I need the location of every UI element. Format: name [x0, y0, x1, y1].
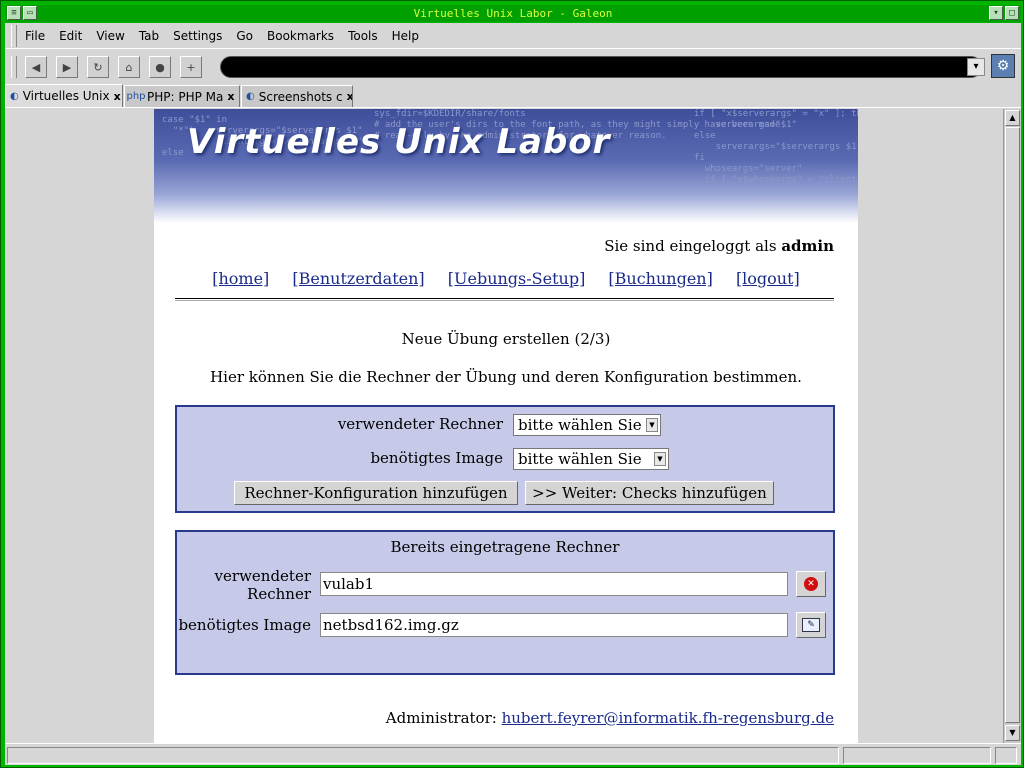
page-intro: Hier können Sie die Rechner der Übung un… — [210, 368, 802, 386]
status-text — [7, 747, 839, 764]
divider — [175, 298, 834, 301]
menubar-grip[interactable] — [11, 24, 17, 47]
nav-home-link[interactable]: [home] — [212, 269, 269, 288]
edit-icon: ✎ — [802, 618, 820, 632]
add-rechner-config-button[interactable]: Rechner-Konfiguration hinzufügen — [234, 481, 518, 505]
tab-label: PHP: PHP Ma — [147, 89, 224, 104]
toolbar-grip[interactable] — [11, 56, 17, 78]
page-heading: Neue Übung erstellen (2/3) — [401, 330, 611, 348]
image-select[interactable]: bitte wählen Sie ▼ — [513, 448, 669, 470]
footer-label: Administrator: — [385, 709, 497, 727]
nav-benutzerdaten-link[interactable]: [Benutzerdaten] — [292, 269, 424, 288]
chevron-down-icon: ▼ — [654, 452, 666, 466]
scroll-up-icon[interactable]: ▲ — [1005, 110, 1020, 126]
existing-image-label: benötigtes Image — [178, 616, 311, 634]
forward-arrow-icon: ▶ — [62, 60, 72, 74]
tab-screenshots[interactable]: ◐ Screenshots c x — [241, 85, 353, 107]
next-checks-button[interactable]: >> Weiter: Checks hinzufügen — [525, 481, 774, 505]
tab-close-icon[interactable]: x — [114, 90, 121, 103]
reload-icon: ↻ — [93, 60, 103, 74]
chevron-down-icon: ▼ — [646, 418, 658, 432]
menu-help[interactable]: Help — [392, 29, 419, 43]
stop-button[interactable]: ● — [149, 56, 171, 78]
home-icon: ⌂ — [125, 60, 133, 74]
status-progress — [843, 747, 991, 764]
add-rechner-form: verwendeter Rechner bitte wählen Sie ▼ b… — [175, 405, 835, 513]
status-security-icon — [995, 747, 1017, 764]
tab-label: Virtuelles Unix — [22, 89, 110, 103]
throbber-icon: ⚙ — [991, 54, 1015, 78]
web-page: case "$1" in "*") serverargs="$serverarg… — [154, 109, 858, 743]
nav-buchungen-link[interactable]: [Buchungen] — [608, 269, 712, 288]
nav-logout-link[interactable]: [logout] — [736, 269, 800, 288]
existing-image-field[interactable]: netbsd162.img.gz — [320, 613, 788, 637]
url-history-dropdown[interactable]: ▾ — [967, 58, 985, 76]
existing-rechner-label: verwendeter Rechner — [214, 567, 311, 603]
menu-bar: File Edit View Tab Settings Go Bookmarks… — [5, 23, 1021, 49]
page-footer: Administrator: hubert.feyrer@informatik.… — [154, 709, 834, 727]
delete-icon: ✕ — [804, 577, 818, 591]
image-label: benötigtes Image — [370, 449, 503, 467]
menu-tab[interactable]: Tab — [139, 29, 159, 43]
banner-logo-text: Virtuelles Unix Labor — [187, 122, 611, 162]
globe-icon: ◐ — [10, 90, 19, 102]
tab-close-icon[interactable]: x — [347, 90, 352, 103]
browser-window: ≡ ▭ Virtuelles Unix Labor - Galeon ▾ □ F… — [0, 0, 1024, 768]
menu-view[interactable]: View — [96, 29, 124, 43]
rechner-label: verwendeter Rechner — [337, 415, 503, 433]
existing-rechner-panel: Bereits eingetragene Rechner verwendeter… — [175, 530, 835, 675]
menu-file[interactable]: File — [25, 29, 45, 43]
maximize-icon[interactable]: ▾ — [989, 6, 1003, 20]
php-icon: php — [126, 91, 146, 102]
rechner-select[interactable]: bitte wählen Sie ▼ — [513, 414, 661, 436]
tab-virtuelles-unix[interactable]: ◐ Virtuelles Unix x — [5, 84, 123, 107]
window-title: Virtuelles Unix Labor - Galeon — [413, 7, 613, 20]
rechner-select-value: bitte wählen Sie — [518, 416, 642, 434]
reload-button[interactable]: ↻ — [87, 56, 109, 78]
menu-settings[interactable]: Settings — [173, 29, 222, 43]
existing-rechner-field[interactable]: vulab1 — [320, 572, 788, 596]
window-menu-icon[interactable]: ≡ — [7, 6, 21, 20]
delete-rechner-button[interactable]: ✕ — [796, 571, 826, 597]
tab-label: Screenshots c — [258, 89, 343, 104]
admin-email-link[interactable]: hubert.feyrer@informatik.fh-regensburg.d… — [502, 709, 834, 727]
scroll-down-icon[interactable]: ▼ — [1005, 725, 1020, 741]
image-select-value: bitte wählen Sie — [518, 450, 642, 468]
login-status: Sie sind eingeloggt als admin — [154, 237, 834, 255]
login-user: admin — [781, 237, 834, 255]
close-icon[interactable]: □ — [1005, 6, 1019, 20]
tab-php-manual[interactable]: php PHP: PHP Ma x — [124, 85, 240, 107]
navigation-toolbar: ◀ ▶ ↻ ⌂ ● + ▾ ⚙ — [5, 51, 1021, 83]
login-text: Sie sind eingeloggt als — [604, 237, 777, 255]
url-input[interactable] — [220, 56, 982, 78]
back-arrow-icon: ◀ — [31, 60, 41, 74]
zoom-button[interactable]: + — [180, 56, 202, 78]
title-bar[interactable]: ≡ ▭ Virtuelles Unix Labor - Galeon ▾ □ — [5, 5, 1021, 22]
plus-icon: + — [186, 60, 196, 74]
globe-icon: ◐ — [246, 91, 255, 102]
page-nav: [home] [Benutzerdaten] [Uebungs-Setup] [… — [154, 269, 858, 288]
page-banner: case "$1" in "*") serverargs="$serverarg… — [154, 109, 858, 223]
edit-rechner-button[interactable]: ✎ — [796, 612, 826, 638]
back-button[interactable]: ◀ — [25, 56, 47, 78]
menu-go[interactable]: Go — [236, 29, 253, 43]
tab-bar: ◐ Virtuelles Unix x php PHP: PHP Ma x ◐ … — [5, 84, 1021, 108]
menu-bookmarks[interactable]: Bookmarks — [267, 29, 334, 43]
vertical-scrollbar[interactable]: ▲ ▼ — [1003, 109, 1021, 743]
minimize-icon[interactable]: ▭ — [23, 6, 37, 20]
scroll-thumb[interactable] — [1005, 127, 1020, 723]
banner-code-decoration: if [ "x$serverargs" = "x" ]; then server… — [694, 109, 858, 185]
status-bar — [5, 743, 1021, 765]
nav-uebungs-setup-link[interactable]: [Uebungs-Setup] — [448, 269, 586, 288]
menu-edit[interactable]: Edit — [59, 29, 82, 43]
existing-rechner-title: Bereits eingetragene Rechner — [390, 538, 620, 556]
menu-tools[interactable]: Tools — [348, 29, 378, 43]
tab-close-icon[interactable]: x — [227, 90, 234, 103]
stop-icon: ● — [155, 60, 165, 74]
forward-button[interactable]: ▶ — [56, 56, 78, 78]
browser-client: File Edit View Tab Settings Go Bookmarks… — [5, 23, 1021, 765]
page-viewport: case "$1" in "*") serverargs="$serverarg… — [5, 109, 1003, 743]
home-button[interactable]: ⌂ — [118, 56, 140, 78]
